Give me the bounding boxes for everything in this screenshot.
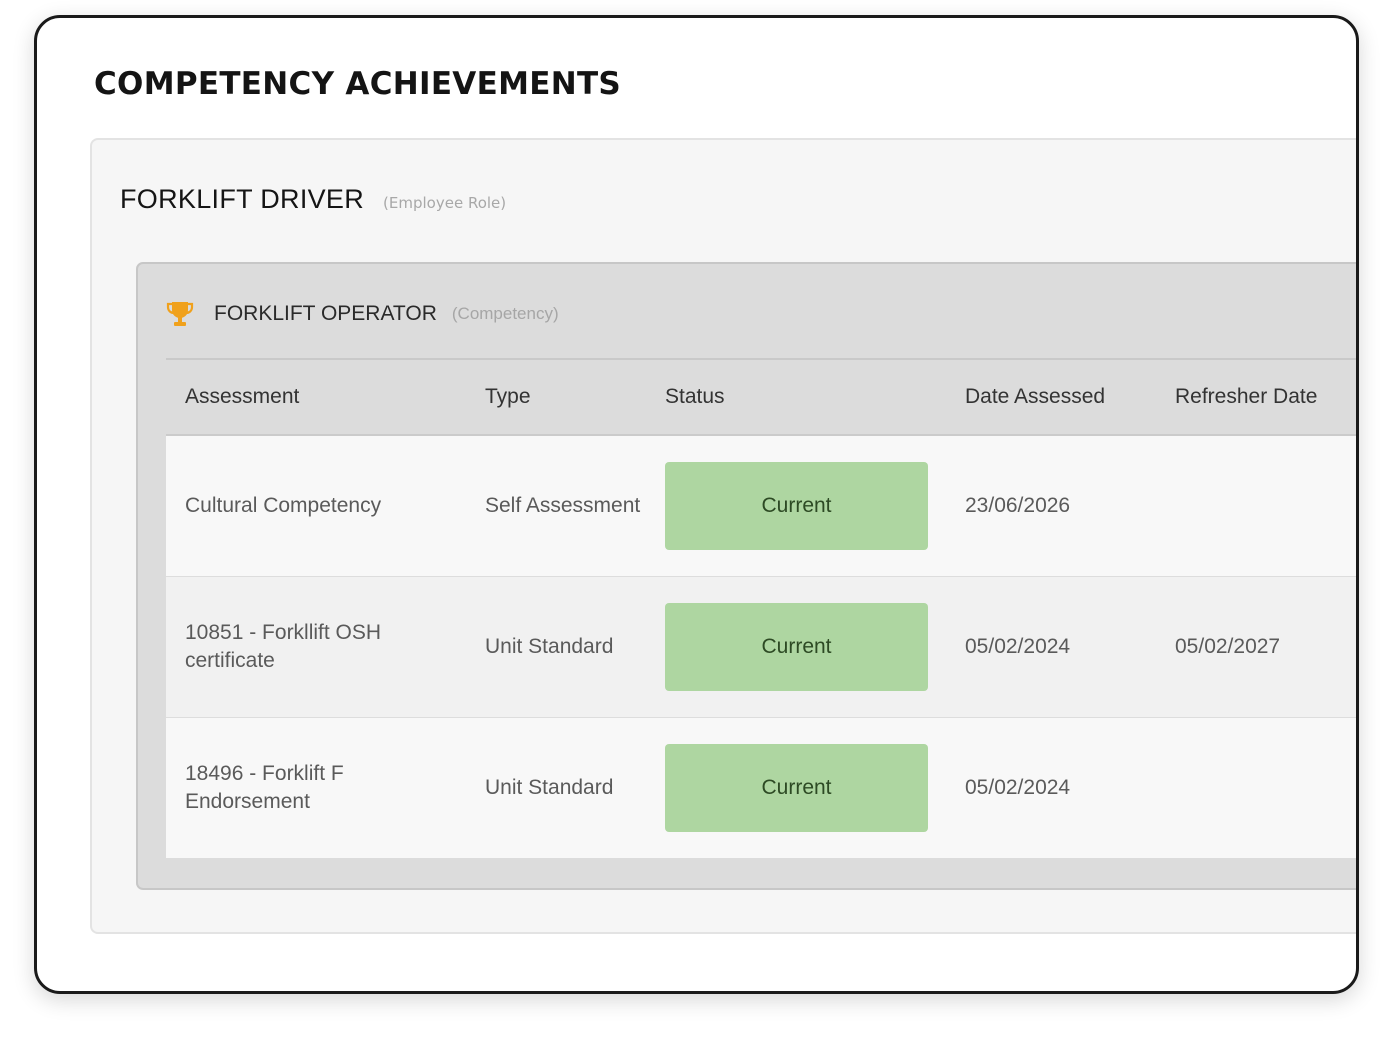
date-assessed: 05/02/2024 xyxy=(965,776,1071,799)
refresher-date xyxy=(1175,718,1356,858)
column-header-refresher-date[interactable]: Refresher Date xyxy=(1175,360,1317,434)
column-header-date-assessed[interactable]: Date Assessed xyxy=(965,360,1105,434)
assessment-name: 18496 - Forklift F Endorsement xyxy=(185,762,344,813)
status-badge: Current xyxy=(665,462,928,550)
column-header-assessment[interactable]: Assessment xyxy=(185,360,299,434)
competency-title: FORKLIFT OPERATOR xyxy=(214,302,437,325)
refresher-date: 05/02/2027 xyxy=(1175,635,1281,658)
employee-role-card: FORKLIFT DRIVER (Employee Role) FORKLIFT… xyxy=(90,138,1356,934)
status-badge: Current xyxy=(665,603,928,691)
assessment-type: Unit Standard xyxy=(485,635,614,658)
role-header: FORKLIFT DRIVER (Employee Role) xyxy=(120,184,506,215)
role-title: FORKLIFT DRIVER xyxy=(120,184,365,214)
column-header-type[interactable]: Type xyxy=(485,360,531,434)
refresher-date xyxy=(1175,436,1356,576)
role-subtitle: (Employee Role) xyxy=(383,194,507,212)
competency-header: FORKLIFT OPERATOR (Competency) xyxy=(166,301,559,327)
table-row[interactable]: 10851 - Forkllift OSH certificate Unit S… xyxy=(166,577,1356,718)
assessment-name: 10851 - Forkllift OSH certificate xyxy=(185,621,382,672)
table-row[interactable]: Cultural Competency Self Assessment Curr… xyxy=(166,436,1356,577)
page-title: COMPETENCY ACHIEVEMENTS xyxy=(94,66,622,102)
competency-subtitle: (Competency) xyxy=(451,304,559,323)
assessment-type: Self Assessment xyxy=(485,494,641,517)
table-header: Assessment Type Status Date Assessed Ref… xyxy=(166,360,1356,436)
status-badge: Current xyxy=(665,744,928,832)
date-assessed: 23/06/2026 xyxy=(965,494,1071,517)
app-window: COMPETENCY ACHIEVEMENTS FORKLIFT DRIVER … xyxy=(34,15,1359,994)
date-assessed: 05/02/2024 xyxy=(965,635,1071,658)
assessment-type: Unit Standard xyxy=(485,776,614,799)
column-header-status[interactable]: Status xyxy=(665,360,725,434)
assessments-table: Assessment Type Status Date Assessed Ref… xyxy=(166,360,1356,858)
trophy-icon xyxy=(166,301,194,327)
table-row[interactable]: 18496 - Forklift F Endorsement Unit Stan… xyxy=(166,718,1356,858)
competency-card: FORKLIFT OPERATOR (Competency) Assessmen… xyxy=(136,262,1356,890)
assessment-name: Cultural Competency xyxy=(185,494,382,517)
